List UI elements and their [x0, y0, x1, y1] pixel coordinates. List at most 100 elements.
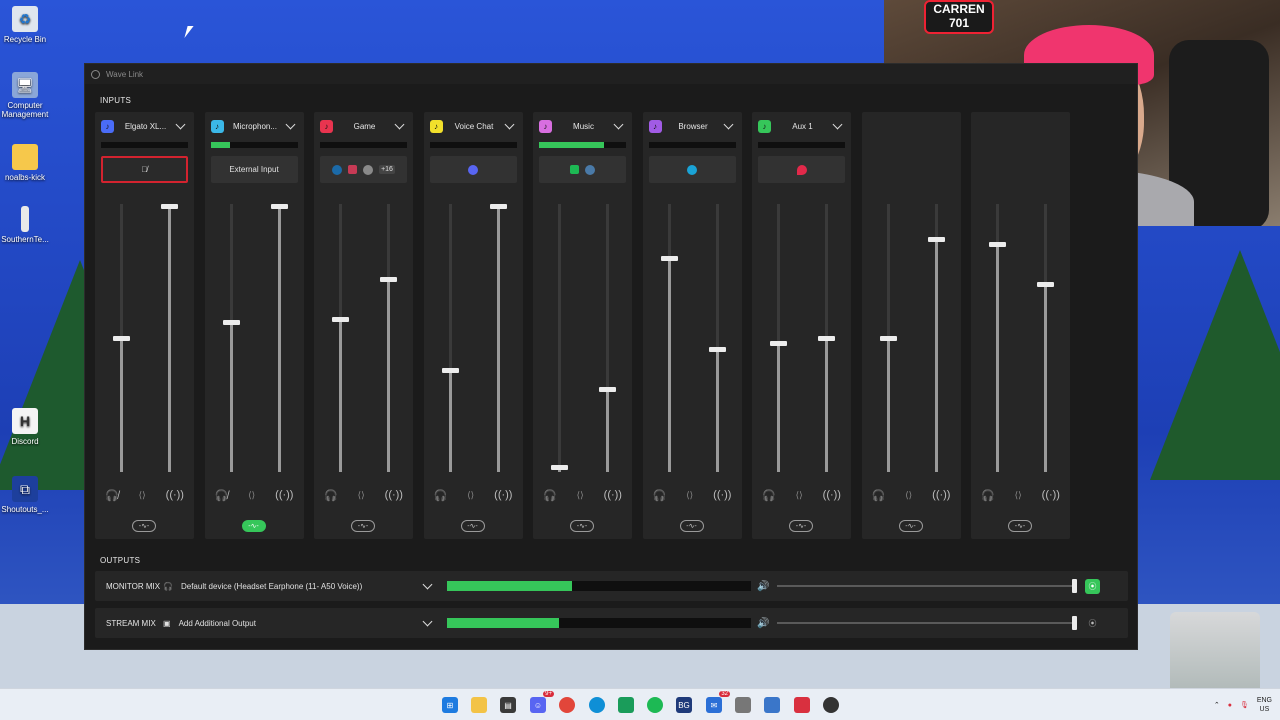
monitor-mix-fader[interactable] [222, 204, 240, 472]
broadcast-icon[interactable]: ((·)) [494, 489, 512, 501]
broadcast-icon[interactable]: ((·)) [823, 489, 841, 501]
fader-handle[interactable] [770, 341, 787, 347]
headphones-icon[interactable]: 🎧 [981, 489, 995, 502]
channel-header[interactable]: ♪ Music [539, 118, 626, 134]
monitor-mix-fader[interactable] [660, 204, 678, 472]
headphones-icon[interactable]: 🎧 [433, 489, 447, 502]
broadcast-icon[interactable]: ((·)) [385, 489, 403, 501]
stream-mix-fader[interactable] [708, 204, 726, 472]
edge-icon[interactable] [589, 697, 605, 713]
game-app-icon[interactable] [735, 697, 751, 713]
fader-handle[interactable] [161, 204, 178, 209]
discord-taskbar-icon[interactable]: ☺ 9+ [530, 691, 554, 713]
channel-header[interactable]: ♪ Game [320, 118, 407, 134]
headphones-icon[interactable]: 🎧 [871, 489, 885, 502]
channel-header[interactable]: ♪ Microphon... [210, 118, 298, 134]
speaker-volume-icon[interactable]: 🔊 [757, 581, 771, 592]
microphone-icon[interactable]: 🎙 [1240, 701, 1249, 709]
link-icon[interactable]: ⟨⟩ [467, 490, 474, 501]
desktop-icon-noalbs-kick[interactable]: noalbs-kick [0, 144, 50, 182]
channel-apps-button[interactable] [758, 156, 845, 183]
fader-handle[interactable] [599, 386, 616, 392]
store-icon[interactable]: ▤ [500, 697, 516, 713]
effects-button[interactable]: -∿- [351, 520, 375, 532]
file-explorer-icon[interactable] [471, 697, 487, 713]
stream-mix-fader[interactable] [380, 204, 397, 472]
stream-mix-fader[interactable] [818, 204, 835, 472]
slider-handle[interactable] [1072, 579, 1077, 593]
channel-header[interactable]: ♪ Voice Chat [429, 118, 517, 134]
link-icon[interactable]: ⟨⟩ [905, 490, 912, 501]
headphones-muted-icon[interactable]: 🎧̸ [214, 489, 228, 502]
fader-handle[interactable] [332, 317, 349, 323]
stream-deck-icon[interactable] [823, 697, 839, 713]
desktop-icon-computer-management[interactable]: 🖥 Computer Management [0, 72, 50, 119]
fader-handle[interactable] [270, 204, 288, 209]
outlook-icon[interactable] [764, 697, 780, 713]
monitor-mix-fader[interactable] [879, 204, 897, 472]
fader-handle[interactable] [489, 204, 507, 209]
fader-handle[interactable] [989, 242, 1006, 248]
monitor-mix-fader[interactable] [441, 204, 459, 472]
network-icon[interactable]: ● [1228, 702, 1232, 709]
mic-mute-button[interactable]: 🎙̸ [101, 156, 188, 183]
stream-mix-fader[interactable] [1037, 204, 1054, 472]
monitor-mix-fader[interactable] [989, 204, 1006, 472]
channel-header[interactable]: ♪ Aux 1 [758, 118, 845, 134]
stream-mix-fader[interactable] [599, 204, 616, 472]
stream-mix-fader[interactable] [489, 204, 507, 472]
link-icon[interactable]: ⟨⟩ [796, 490, 803, 501]
spotify-icon[interactable] [647, 697, 663, 713]
output-volume-slider[interactable] [777, 616, 1077, 630]
headphones-muted-icon[interactable]: 🎧̸ [105, 489, 119, 502]
monitor-mix-fader[interactable] [332, 204, 349, 472]
headphones-icon[interactable]: 🎧 [762, 489, 776, 502]
link-icon[interactable]: ⟨⟩ [248, 490, 255, 501]
effects-button[interactable]: -∿- [679, 520, 704, 532]
desktop-icon-shoutouts[interactable]: ⧉ Shoutouts_... [0, 476, 50, 514]
channel-header[interactable]: ♪ Elgato XL... [101, 118, 188, 134]
channel-apps-button[interactable] [648, 156, 736, 183]
output-monitor-toggle-button[interactable]: ⦿ [1085, 616, 1100, 631]
effects-button[interactable]: -∿- [789, 520, 813, 532]
broadcast-icon[interactable]: ((·)) [604, 489, 622, 501]
fader-handle[interactable] [551, 464, 568, 470]
stream-mix-fader[interactable] [270, 204, 288, 472]
effects-button[interactable]: -∿- [460, 520, 485, 532]
output-device-select[interactable]: ▣ Add Additional Output [153, 612, 439, 634]
fader-handle[interactable] [441, 368, 459, 374]
start-menu-icon[interactable]: ⊞ [442, 697, 458, 713]
mail-icon[interactable]: ✉ 32 [706, 691, 730, 713]
monitor-mix-fader[interactable] [551, 204, 568, 472]
effects-button[interactable]: -∿- [132, 520, 156, 532]
fader-handle[interactable] [660, 255, 678, 261]
fader-handle[interactable] [222, 319, 240, 325]
monitor-mix-fader[interactable] [113, 204, 130, 472]
channel-apps-button[interactable] [539, 156, 626, 183]
broadcast-icon[interactable]: ((·)) [932, 489, 950, 501]
link-icon[interactable]: ⟨⟩ [358, 490, 365, 501]
fader-handle[interactable] [818, 336, 835, 341]
stream-mix-fader[interactable] [927, 204, 945, 472]
effects-button[interactable]: -∿- [898, 520, 923, 532]
output-device-select[interactable]: 🎧 Default device (Headset Earphone (11- … [153, 575, 439, 597]
effects-button[interactable]: -∿- [570, 520, 594, 532]
output-volume-slider[interactable] [777, 579, 1077, 593]
desktop-icon-southernte[interactable]: SouthernTe... [0, 206, 50, 244]
channel-header[interactable]: ♪ Browser [648, 118, 736, 134]
stream-mix-fader[interactable] [161, 204, 178, 472]
wave-link-taskbar-icon[interactable] [618, 697, 634, 713]
broadcast-icon[interactable]: ((·)) [713, 489, 731, 501]
language-indicator[interactable]: ENG US [1257, 696, 1272, 714]
channel-source-button[interactable]: External Input [210, 156, 298, 183]
broadcast-icon[interactable]: ((·)) [1042, 489, 1060, 501]
headphones-icon[interactable]: 🎧 [543, 489, 557, 502]
monitor-mix-fader[interactable] [770, 204, 787, 472]
bg-app-icon[interactable]: BG [676, 697, 692, 713]
effects-button[interactable]: -∿- [241, 520, 266, 532]
link-icon[interactable]: ⟨⟩ [1015, 490, 1022, 501]
channel-apps-button[interactable]: +16 [320, 156, 407, 183]
desktop-icon-discord[interactable]: H Discord [0, 408, 50, 446]
broadcast-icon[interactable]: ((·)) [275, 489, 293, 501]
fader-handle[interactable] [113, 336, 130, 341]
